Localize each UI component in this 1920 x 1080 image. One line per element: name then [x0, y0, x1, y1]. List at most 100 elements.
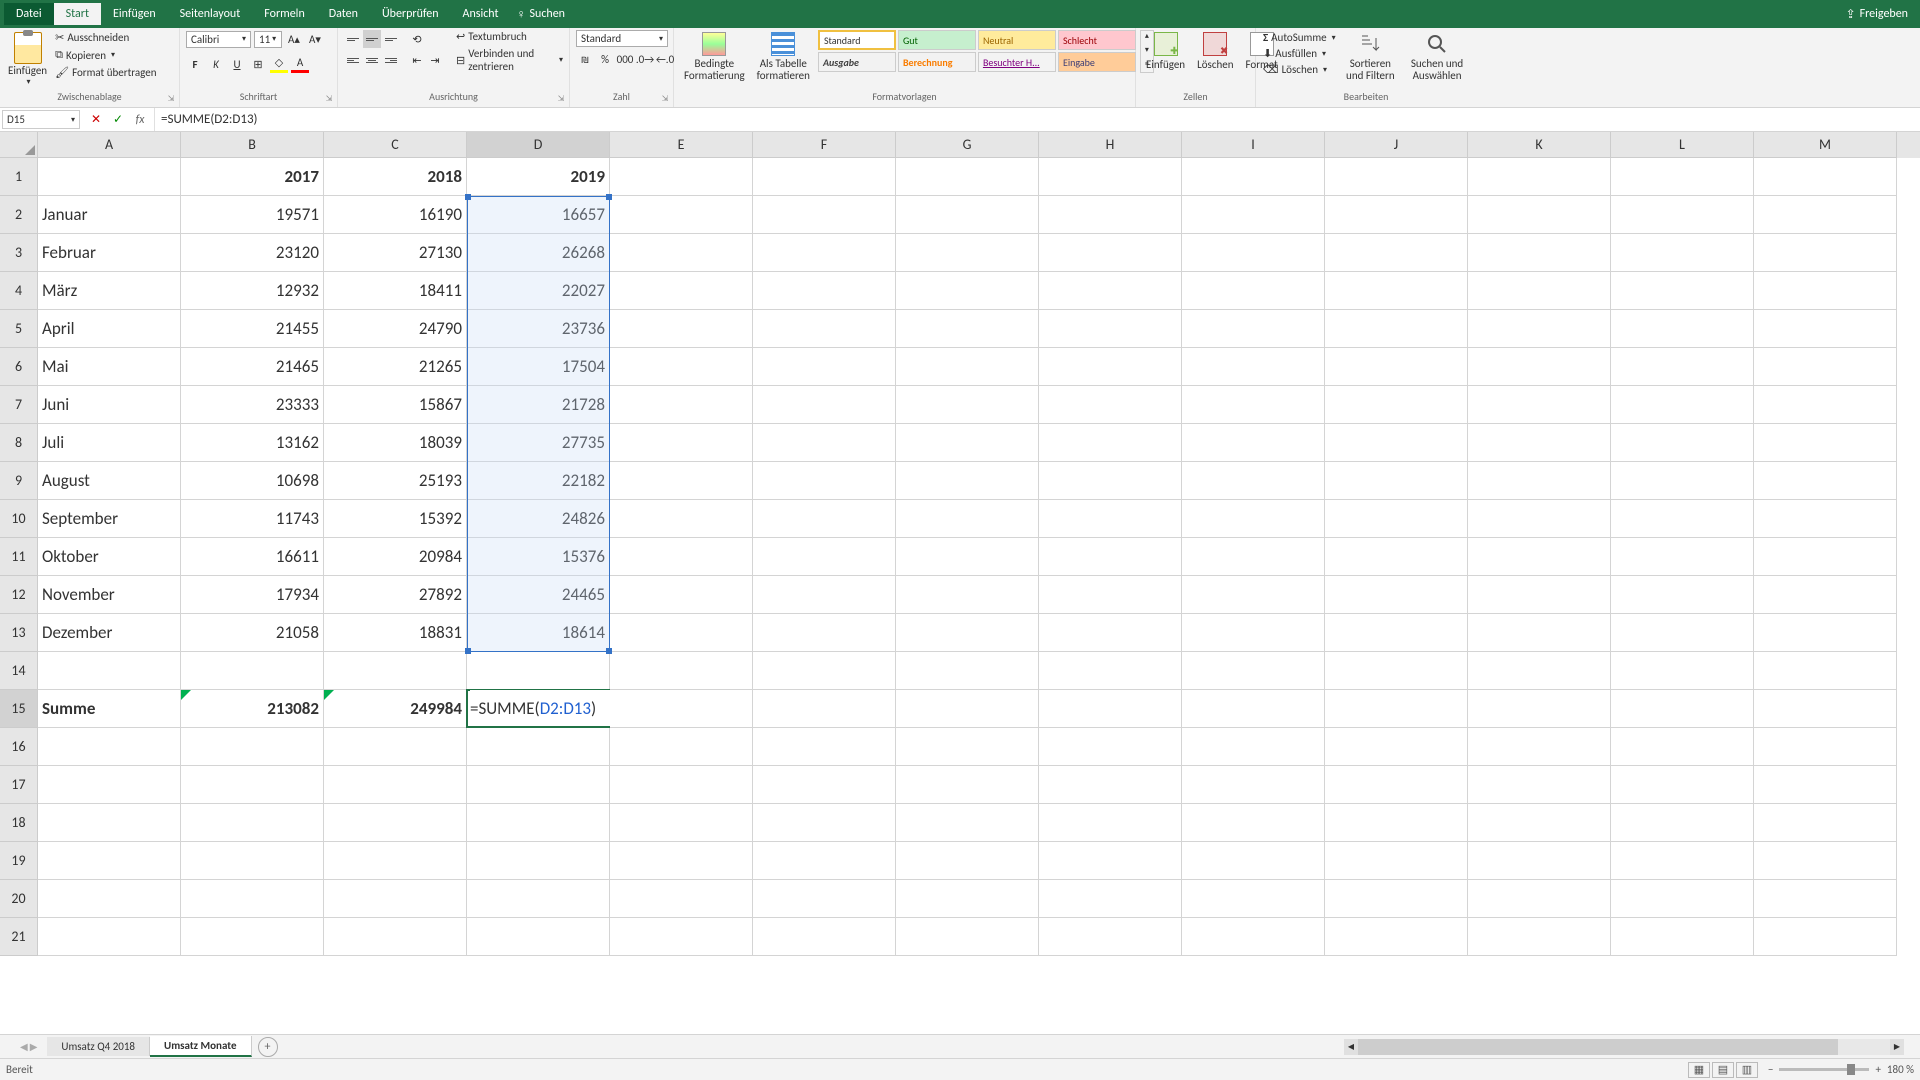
cell-K20[interactable]: [1468, 880, 1611, 918]
cell-I12[interactable]: [1182, 576, 1325, 614]
cell-H6[interactable]: [1039, 348, 1182, 386]
cell-L7[interactable]: [1611, 386, 1754, 424]
cell-J3[interactable]: [1325, 234, 1468, 272]
cell-I18[interactable]: [1182, 804, 1325, 842]
row-header-1[interactable]: 1: [0, 158, 38, 196]
cell-C9[interactable]: 25193: [324, 462, 467, 500]
cell-A10[interactable]: September: [38, 500, 181, 538]
style-schlecht[interactable]: Schlecht: [1058, 30, 1136, 50]
cell-L2[interactable]: [1611, 196, 1754, 234]
cell-A15[interactable]: Summe: [38, 690, 181, 728]
cell-H5[interactable]: [1039, 310, 1182, 348]
col-header-A[interactable]: A: [38, 132, 181, 158]
cell-B20[interactable]: [181, 880, 324, 918]
col-header-F[interactable]: F: [753, 132, 896, 158]
cell-H20[interactable]: [1039, 880, 1182, 918]
cell-M17[interactable]: [1754, 766, 1897, 804]
cell-D5[interactable]: 23736: [467, 310, 610, 348]
cell-D10[interactable]: 24826: [467, 500, 610, 538]
cell-M8[interactable]: [1754, 424, 1897, 462]
decrease-indent-button[interactable]: ⇤: [408, 51, 426, 69]
cell-A3[interactable]: Februar: [38, 234, 181, 272]
formula-input[interactable]: =SUMME(D2:D13): [155, 108, 1920, 131]
cell-J14[interactable]: [1325, 652, 1468, 690]
cell-F18[interactable]: [753, 804, 896, 842]
cell-A6[interactable]: Mai: [38, 348, 181, 386]
cell-C17[interactable]: [324, 766, 467, 804]
cell-L11[interactable]: [1611, 538, 1754, 576]
cell-B12[interactable]: 17934: [181, 576, 324, 614]
cell-M9[interactable]: [1754, 462, 1897, 500]
align-bottom-button[interactable]: [382, 30, 400, 48]
cell-H13[interactable]: [1039, 614, 1182, 652]
cell-K19[interactable]: [1468, 842, 1611, 880]
clipboard-launcher[interactable]: ⇲: [165, 93, 177, 105]
align-middle-button[interactable]: [363, 30, 381, 48]
delete-cells-button[interactable]: ✖ Löschen: [1193, 30, 1237, 73]
cancel-formula-button[interactable]: ✕: [86, 112, 106, 127]
row-header-15[interactable]: 15: [0, 690, 38, 728]
cell-D18[interactable]: [467, 804, 610, 842]
font-size-selector[interactable]: 11 ▾: [254, 31, 282, 48]
cell-E19[interactable]: [610, 842, 753, 880]
cell-F16[interactable]: [753, 728, 896, 766]
tab-formulas[interactable]: Formeln: [252, 3, 316, 25]
cell-H19[interactable]: [1039, 842, 1182, 880]
cell-E7[interactable]: [610, 386, 753, 424]
cell-D13[interactable]: 18614: [467, 614, 610, 652]
sort-filter-button[interactable]: Sortieren und Filtern: [1341, 30, 1401, 84]
cell-C20[interactable]: [324, 880, 467, 918]
decrease-font-button[interactable]: A▾: [306, 30, 324, 48]
format-painter-button[interactable]: 🖌 Format übertragen: [53, 65, 158, 80]
cell-C4[interactable]: 18411: [324, 272, 467, 310]
accounting-format-button[interactable]: ₪: [576, 50, 594, 68]
font-launcher[interactable]: ⇲: [323, 93, 335, 105]
cell-J18[interactable]: [1325, 804, 1468, 842]
number-launcher[interactable]: ⇲: [659, 93, 671, 105]
cell-B16[interactable]: [181, 728, 324, 766]
fill-color-button[interactable]: ◇: [270, 55, 288, 73]
increase-decimal-button[interactable]: .0→: [636, 50, 654, 68]
sheet-nav-next[interactable]: ▶: [30, 1040, 38, 1053]
cell-L4[interactable]: [1611, 272, 1754, 310]
cell-H7[interactable]: [1039, 386, 1182, 424]
copy-button[interactable]: ⧉ Kopieren ▾: [53, 47, 158, 63]
cell-E12[interactable]: [610, 576, 753, 614]
row-header-21[interactable]: 21: [0, 918, 38, 956]
cell-E4[interactable]: [610, 272, 753, 310]
cell-G20[interactable]: [896, 880, 1039, 918]
cell-C12[interactable]: 27892: [324, 576, 467, 614]
cell-H9[interactable]: [1039, 462, 1182, 500]
cell-L13[interactable]: [1611, 614, 1754, 652]
insert-function-button[interactable]: fx: [130, 113, 150, 127]
row-header-13[interactable]: 13: [0, 614, 38, 652]
spreadsheet-grid[interactable]: ABCDEFGHIJKLM 12345678910111213141516171…: [0, 132, 1920, 1034]
cell-D17[interactable]: [467, 766, 610, 804]
cell-C18[interactable]: [324, 804, 467, 842]
cell-E17[interactable]: [610, 766, 753, 804]
cell-A12[interactable]: November: [38, 576, 181, 614]
cell-B13[interactable]: 21058: [181, 614, 324, 652]
cell-L9[interactable]: [1611, 462, 1754, 500]
row-header-20[interactable]: 20: [0, 880, 38, 918]
cell-M19[interactable]: [1754, 842, 1897, 880]
cell-I15[interactable]: [1182, 690, 1325, 728]
row-header-4[interactable]: 4: [0, 272, 38, 310]
cell-C19[interactable]: [324, 842, 467, 880]
cell-M14[interactable]: [1754, 652, 1897, 690]
cell-L6[interactable]: [1611, 348, 1754, 386]
cell-A18[interactable]: [38, 804, 181, 842]
tab-start[interactable]: Start: [54, 3, 101, 25]
cell-A20[interactable]: [38, 880, 181, 918]
cell-K6[interactable]: [1468, 348, 1611, 386]
row-header-2[interactable]: 2: [0, 196, 38, 234]
cell-G9[interactable]: [896, 462, 1039, 500]
cell-E13[interactable]: [610, 614, 753, 652]
cell-H16[interactable]: [1039, 728, 1182, 766]
cell-A11[interactable]: Oktober: [38, 538, 181, 576]
cell-J1[interactable]: [1325, 158, 1468, 196]
cell-I9[interactable]: [1182, 462, 1325, 500]
tab-review[interactable]: Überprüfen: [370, 3, 451, 25]
cell-D7[interactable]: 21728: [467, 386, 610, 424]
cell-M18[interactable]: [1754, 804, 1897, 842]
